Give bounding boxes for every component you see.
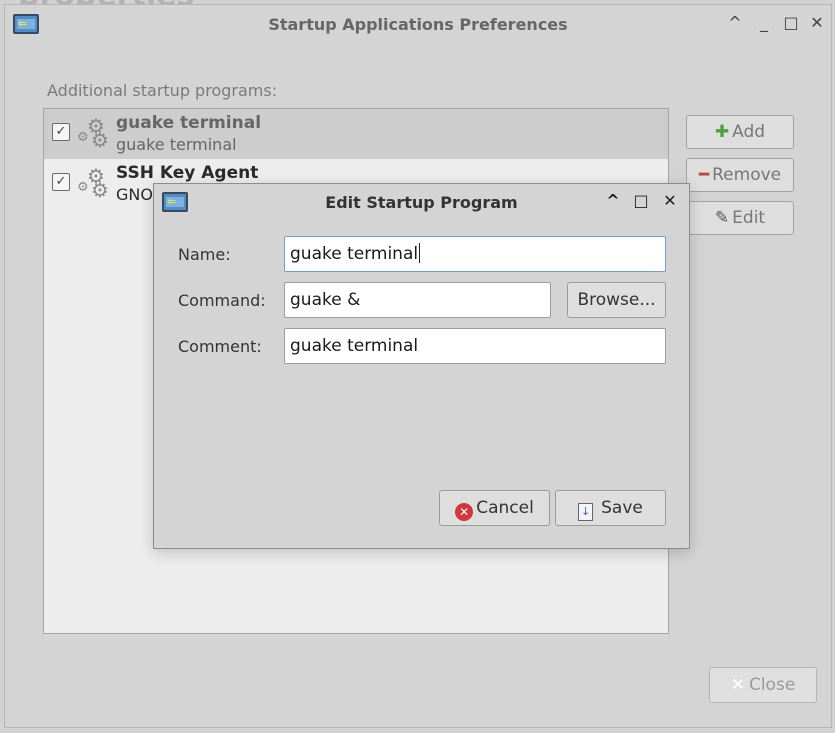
program-name: guake terminal <box>116 113 262 133</box>
save-icon: ↓ <box>578 503 594 521</box>
minus-icon: ━ <box>698 165 710 185</box>
remove-button[interactable]: ━ Remove <box>686 158 794 192</box>
dialog-maximize-button[interactable]: □ <box>631 191 651 211</box>
window-minimize-button[interactable]: _ <box>754 13 774 33</box>
program-row-guake[interactable]: ✓ ⚙ ⚙ ⚙ guake terminal guake terminal <box>44 109 668 159</box>
program-enabled-checkbox[interactable]: ✓ <box>52 173 70 191</box>
name-field[interactable]: guake terminal <box>284 236 666 272</box>
close-button-label: Close <box>748 675 796 695</box>
add-button-label: Add <box>732 122 766 142</box>
dialog-shade-button[interactable]: ^ <box>603 191 623 211</box>
save-button-label: Save <box>601 498 643 518</box>
comment-field[interactable]: guake terminal <box>284 328 666 364</box>
name-label: Name: <box>178 245 231 264</box>
pencil-icon: ✎ <box>714 208 730 228</box>
program-comment: GNO <box>116 185 153 204</box>
browse-button[interactable]: Browse... <box>567 282 666 318</box>
command-field[interactable]: guake & <box>284 282 551 318</box>
cancel-button-label: Cancel <box>476 498 534 518</box>
window-shade-button[interactable]: ^ <box>725 13 745 33</box>
window-title: Startup Applications Preferences <box>268 15 568 34</box>
save-button[interactable]: ↓ Save <box>555 490 666 526</box>
section-label: Additional startup programs: <box>47 81 278 100</box>
remove-button-label: Remove <box>712 165 782 185</box>
close-button[interactable]: ✕ Close <box>709 667 817 703</box>
edit-button-label: Edit <box>732 208 766 228</box>
edit-button[interactable]: ✎ Edit <box>686 201 794 235</box>
dialog-close-button[interactable]: ✕ <box>660 191 680 211</box>
cancel-button[interactable]: ✕ Cancel <box>439 490 550 526</box>
comment-label: Comment: <box>178 337 262 356</box>
gears-icon: ⚙ ⚙ ⚙ <box>77 114 109 152</box>
plus-icon: ✚ <box>714 122 730 142</box>
window-maximize-button[interactable]: □ <box>781 13 801 33</box>
edit-startup-program-dialog: ⇐ Edit Startup Program ^ □ ✕ Name: guake… <box>153 183 690 549</box>
program-enabled-checkbox[interactable]: ✓ <box>52 123 70 141</box>
program-comment: guake terminal <box>116 135 237 154</box>
name-field-value: guake terminal <box>290 244 419 264</box>
gears-icon: ⚙ ⚙ ⚙ <box>77 164 109 202</box>
window-titlebar[interactable]: ⇐ Startup Applications Preferences ^ _ □… <box>5 5 831 43</box>
command-label: Command: <box>178 291 266 310</box>
cancel-circle-icon: ✕ <box>455 503 474 521</box>
window-close-button[interactable]: ✕ <box>807 13 827 33</box>
program-name: SSH Key Agent <box>116 163 259 183</box>
add-button[interactable]: ✚ Add <box>686 115 794 149</box>
close-x-icon: ✕ <box>730 675 745 695</box>
text-caret <box>419 243 421 263</box>
